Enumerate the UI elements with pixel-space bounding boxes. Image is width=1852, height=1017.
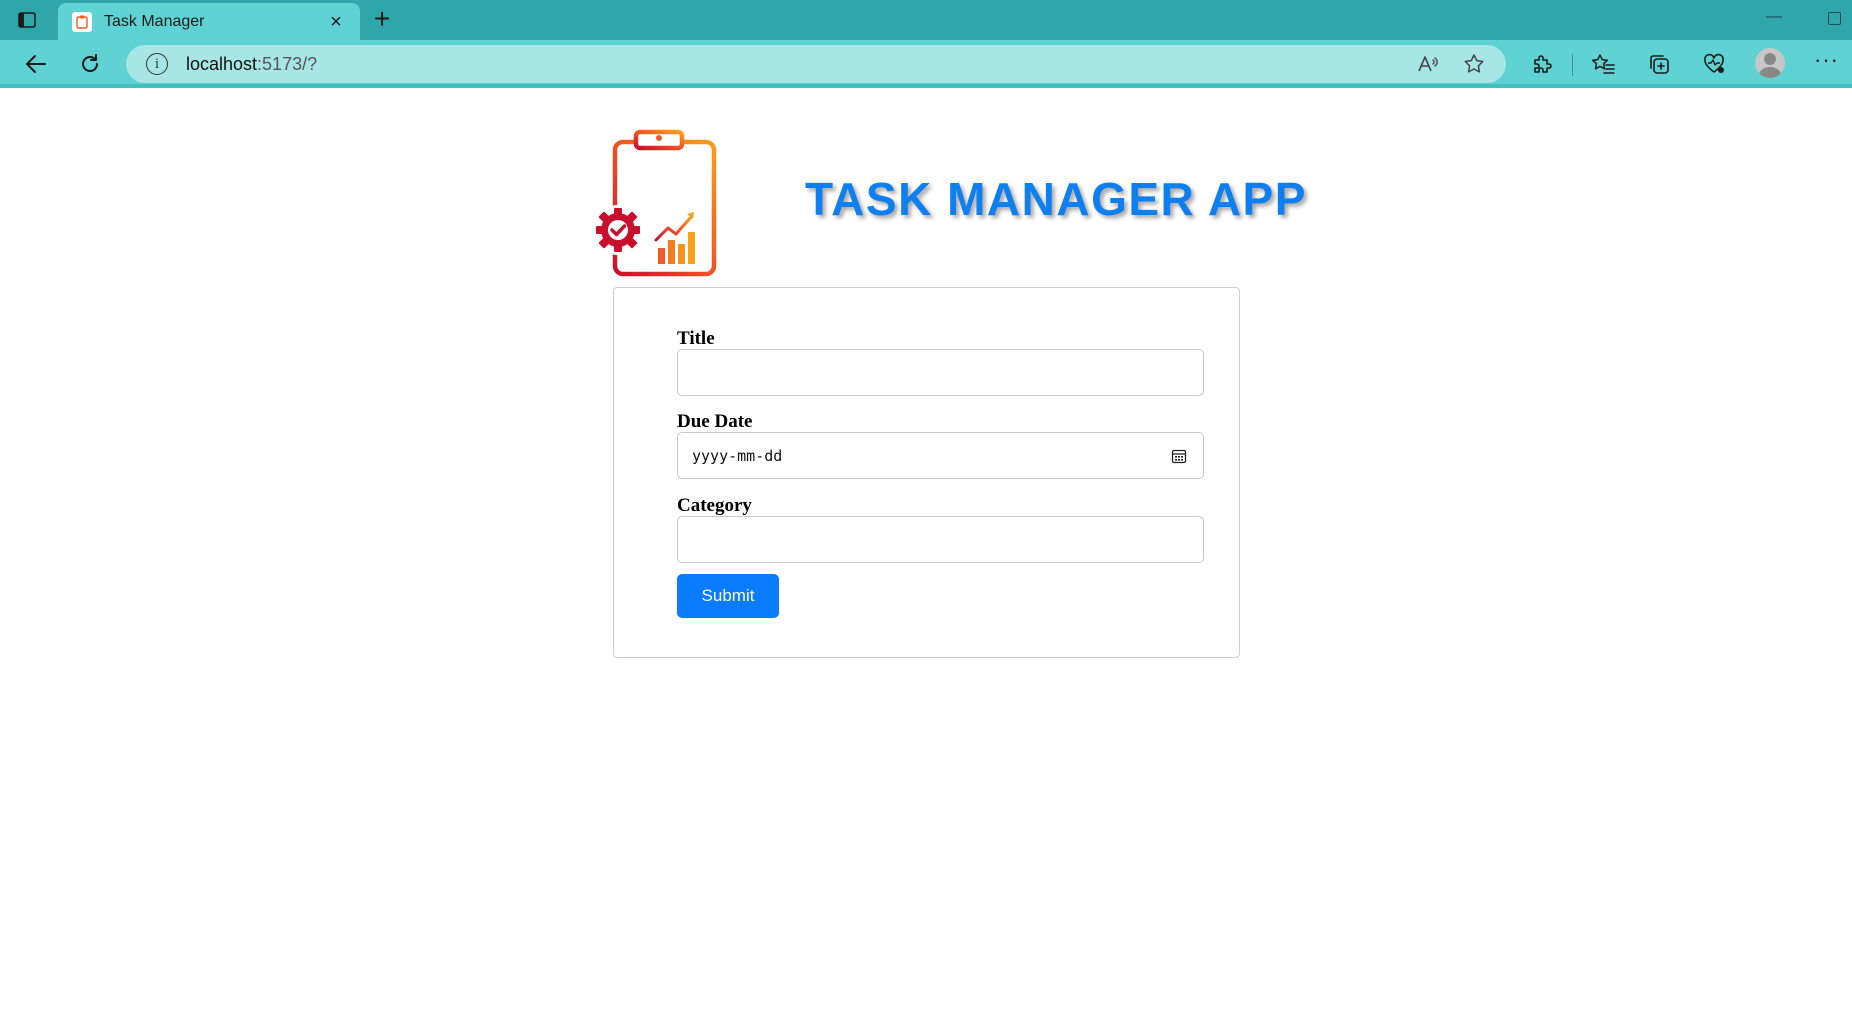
due-date-input[interactable]: yyyy-mm-dd: [677, 432, 1204, 479]
tab-title: Task Manager: [104, 12, 205, 30]
more-icon[interactable]: ···: [1814, 49, 1839, 71]
avatar-icon[interactable]: [1755, 48, 1785, 78]
task-form: Title Due Date yyyy-mm-dd Category Submi…: [613, 287, 1240, 658]
due-date-label: Due Date: [677, 411, 753, 432]
submit-button[interactable]: Submit: [677, 574, 779, 618]
title-label: Title: [677, 328, 715, 349]
browser-tabstrip: Task Manager × + —: [0, 0, 1852, 40]
read-aloud-icon[interactable]: [1416, 52, 1440, 76]
calendar-icon[interactable]: [1171, 448, 1187, 464]
due-date-placeholder: yyyy-mm-dd: [692, 446, 783, 465]
category-label: Category: [677, 495, 752, 516]
info-icon[interactable]: i: [146, 53, 168, 75]
app-logo: [590, 128, 720, 280]
clipboard-favicon: [72, 11, 92, 32]
title-input[interactable]: [677, 349, 1204, 396]
category-input[interactable]: [677, 516, 1204, 563]
refresh-icon[interactable]: [76, 50, 104, 78]
close-icon[interactable]: ×: [326, 12, 346, 32]
heart-icon[interactable]: [1700, 50, 1728, 78]
collections-icon[interactable]: [1645, 50, 1673, 78]
browser-tab-task-manager[interactable]: Task Manager ×: [58, 3, 360, 40]
puzzle-icon[interactable]: [1528, 50, 1556, 78]
minimize-icon[interactable]: —: [1766, 8, 1782, 26]
favorites-icon[interactable]: [1589, 50, 1617, 78]
plus-icon[interactable]: +: [368, 5, 396, 34]
tab-actions-icon[interactable]: [16, 9, 38, 31]
star-icon[interactable]: [1462, 52, 1486, 76]
address-host: localhost: [186, 53, 258, 74]
restore-icon[interactable]: [1828, 12, 1841, 25]
back-arrow-icon[interactable]: [22, 50, 50, 78]
page-title: TASK MANAGER APP: [805, 173, 1307, 225]
address-path: :5173/?: [257, 53, 318, 74]
address-bar[interactable]: i localhost:5173/?: [126, 45, 1506, 83]
toolbar-separator: [1572, 54, 1573, 76]
browser-toolbar: i localhost:5173/? ···: [0, 40, 1852, 88]
